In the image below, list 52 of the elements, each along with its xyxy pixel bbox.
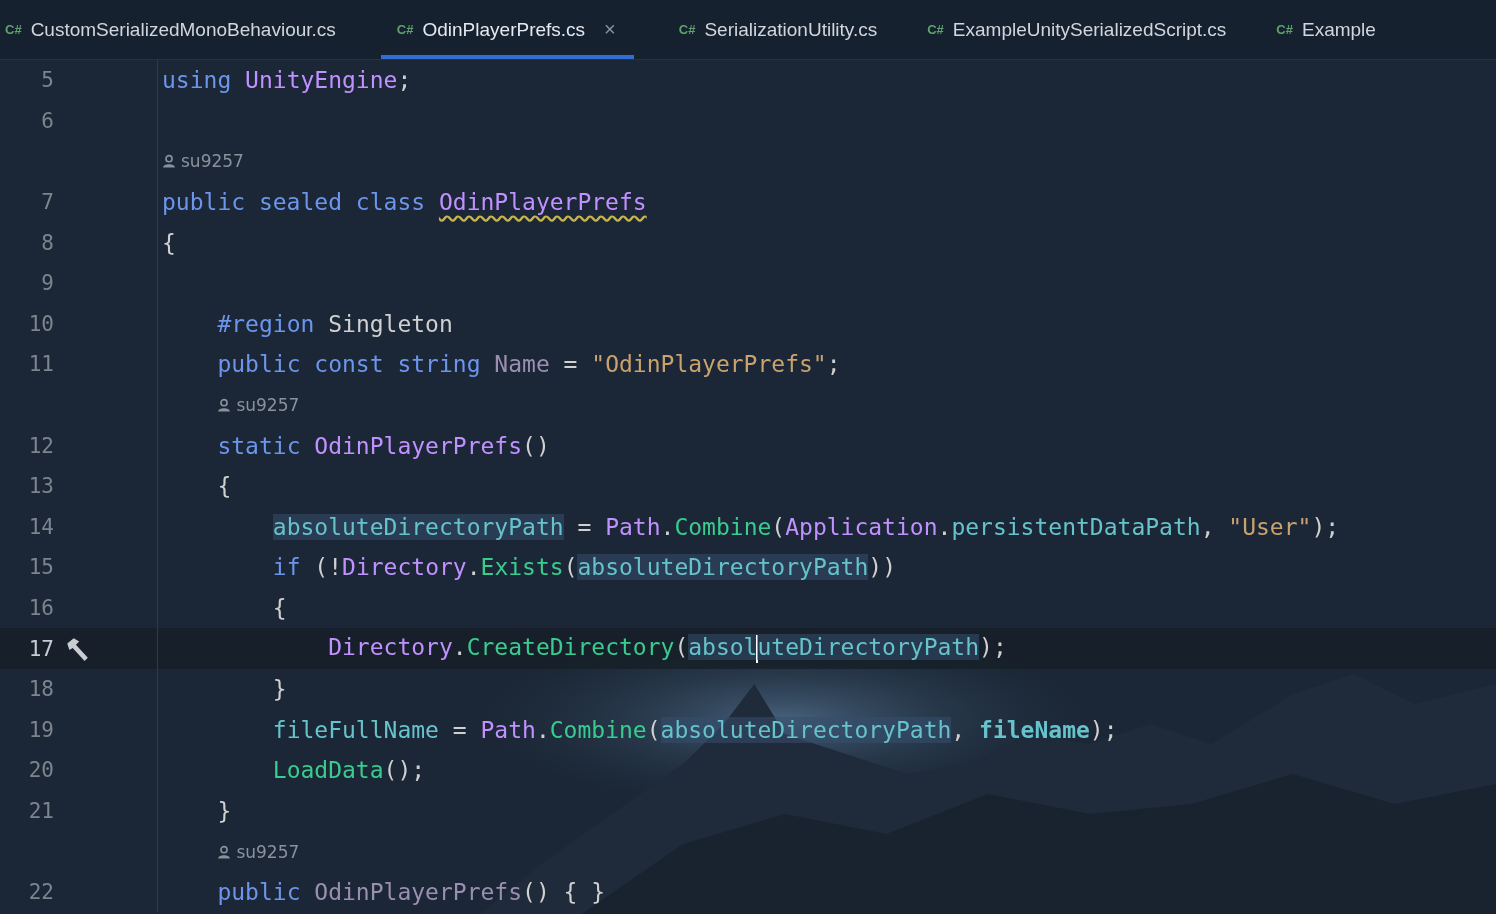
code-line: { <box>216 473 232 500</box>
code-line: { <box>271 595 287 621</box>
line-number: 7 <box>40 190 54 215</box>
csharp-file-icon: C# <box>927 22 944 37</box>
code-line: public sealed class OdinPlayerPrefs <box>162 189 647 216</box>
author-hint[interactable]: su9257 <box>162 151 244 172</box>
code-line: using UnityEngine; <box>162 67 412 94</box>
hammer-icon[interactable] <box>64 635 90 662</box>
line-number: 22 <box>27 880 54 905</box>
code-line: absoluteDirectoryPath = Path.Combine(Application.persistentDataPath, "User"); <box>271 513 1340 540</box>
editor-tab[interactable]: C# CustomSerializedMonoBehaviour.cs <box>0 0 341 59</box>
person-icon <box>217 844 232 859</box>
line-number: 5 <box>40 68 54 93</box>
line-number: 17 <box>27 636 54 661</box>
code-line: LoadData(); <box>271 757 426 784</box>
line-number: 19 <box>27 717 54 742</box>
csharp-file-icon: C# <box>396 22 414 37</box>
code-line: if (!Directory.Exists(absoluteDirectoryPath)) <box>271 554 896 581</box>
person-icon <box>162 154 176 169</box>
code-line: { <box>162 229 176 256</box>
person-icon <box>217 398 232 413</box>
line-number: 21 <box>27 799 54 823</box>
code-line: #region Singleton <box>216 310 453 337</box>
editor-tab[interactable]: C# SerializationUtility.cs <box>673 0 883 59</box>
editor-tab[interactable]: C# ExampleUnitySerializedScript.cs <box>922 0 1232 59</box>
line-number: 10 <box>27 311 54 336</box>
code-line: Directory.CreateDirectory(absoluteDirectoryPath); <box>327 634 1007 663</box>
line-number: 16 <box>27 596 54 620</box>
code-line: fileFullName = Path.Combine(absoluteDirectoryPath, fileName); <box>271 716 1118 743</box>
line-number: 15 <box>27 555 54 580</box>
code-line: public OdinPlayerPrefs() { } <box>216 879 606 906</box>
code-line: public const string Name = "OdinPlayerPrefs"; <box>216 351 841 378</box>
csharp-file-icon: C# <box>678 22 696 37</box>
line-number: 20 <box>27 758 54 783</box>
line-number: 14 <box>27 514 54 539</box>
line-number: 11 <box>27 352 54 377</box>
line-number: 13 <box>27 474 54 499</box>
author-hint[interactable]: su9257 <box>217 841 300 862</box>
line-number: 12 <box>27 433 54 458</box>
author-hint[interactable]: su9257 <box>217 395 300 416</box>
line-number: 9 <box>40 271 54 296</box>
code-line: static OdinPlayerPrefs() <box>216 432 550 459</box>
csharp-file-icon: C# <box>1276 22 1293 37</box>
line-number: 8 <box>40 230 54 255</box>
editor-tab[interactable]: C# OdinPlayerPrefs.cs × <box>380 0 634 59</box>
line-number: 18 <box>27 677 54 702</box>
close-icon[interactable]: × <box>604 18 616 41</box>
code-line: } <box>216 798 232 824</box>
csharp-file-icon: C# <box>5 22 22 37</box>
editor-tab[interactable]: C# Example <box>1271 0 1381 59</box>
code-line: } <box>271 676 287 703</box>
line-number: 6 <box>40 108 54 133</box>
